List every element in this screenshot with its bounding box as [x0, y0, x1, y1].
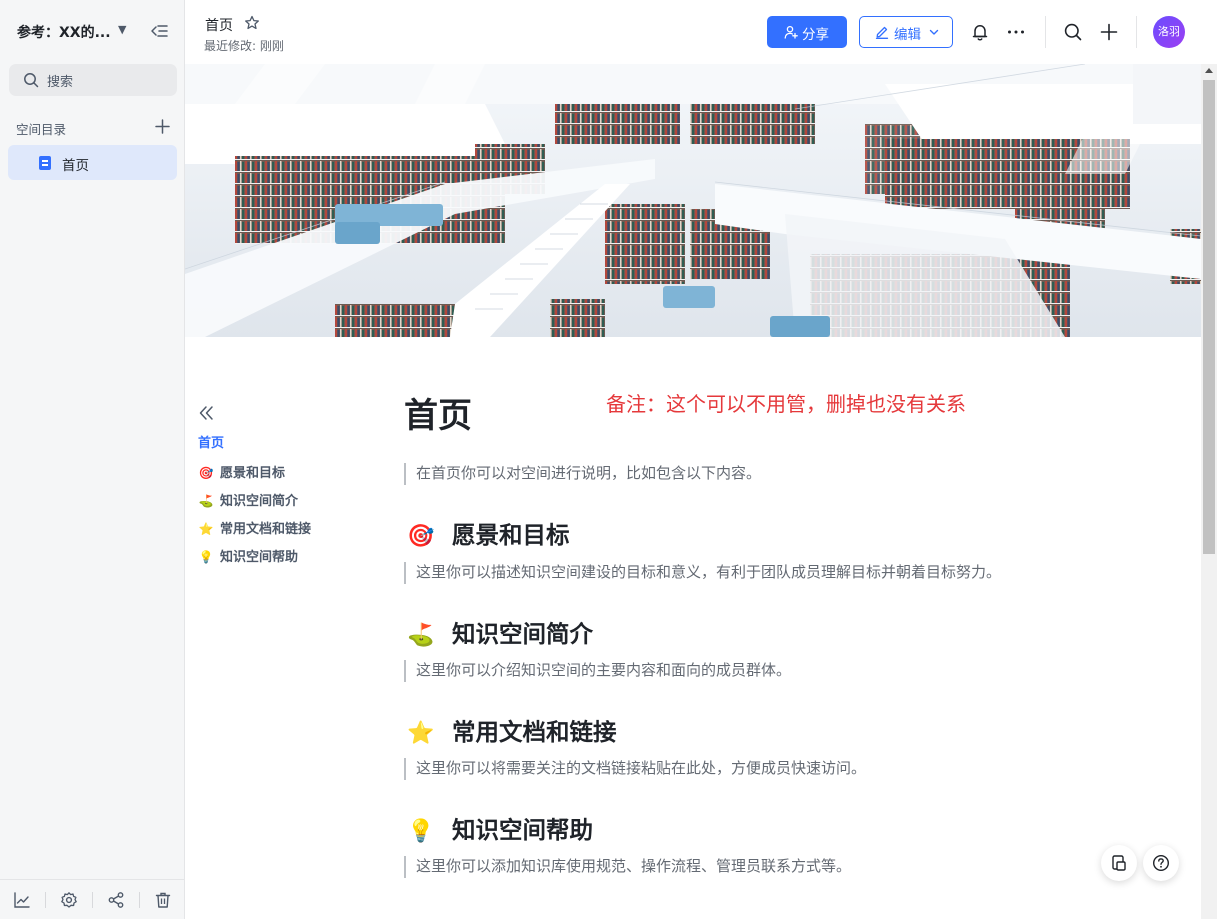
section-heading-help[interactable]: 💡 知识空间帮助 [406, 811, 593, 845]
bell-icon[interactable] [970, 22, 990, 42]
scrollbar-thumb[interactable] [1203, 80, 1215, 554]
toc-item-label: 知识空间简介 [220, 494, 299, 509]
share-label: 分享 [802, 27, 829, 43]
doc-copy-icon [1112, 855, 1126, 871]
section-heading-vision[interactable]: 🎯 愿景和目标 [406, 516, 570, 550]
toc-item-links[interactable]: ⭐ 常用文档和链接 [198, 518, 312, 537]
toc-item-label: 愿景和目标 [220, 466, 286, 481]
space-header[interactable]: 参考：XX的... ▼ [0, 0, 185, 64]
section-text-vision[interactable]: 这里你可以描述知识空间建设的目标和意义，有利于团队成员理解目标并朝着目标努力。 [404, 562, 1164, 584]
toc-item-label: 首页 [198, 436, 225, 451]
golf-flag-icon: ⛳ [407, 623, 435, 648]
collapse-sidebar-icon[interactable] [150, 22, 168, 40]
collapse-toc-icon[interactable] [197, 403, 217, 423]
sidebar: 参考：XX的... ▼ 搜索 空间目录 首页 [0, 0, 185, 919]
page-title[interactable]: 首页 [404, 388, 472, 437]
more-icon[interactable] [1006, 22, 1026, 42]
search-input[interactable]: 搜索 [9, 64, 177, 96]
doc-header: 首页 最近修改: 刚刚 分享 编辑 洛羽 [185, 0, 1217, 64]
toc-item-label: 常用文档和链接 [220, 522, 312, 537]
sidebar-footer [0, 879, 185, 919]
doc-title[interactable]: 首页 [205, 15, 233, 35]
section-heading-intro[interactable]: ⛳ 知识空间简介 [406, 615, 593, 649]
app-root: 参考：XX的... ▼ 搜索 空间目录 首页 首页 最近修改: 刚刚 分享 编辑… [0, 0, 1217, 919]
remark-note[interactable]: 备注：这个可以不用管，删掉也没有关系 [606, 388, 966, 417]
caret-down-icon[interactable]: ▼ [118, 23, 126, 36]
pencil-icon [875, 26, 889, 39]
star-icon[interactable] [244, 15, 260, 31]
analytics-icon[interactable] [13, 891, 31, 909]
section-text-links[interactable]: 这里你可以将需要关注的文档链接粘贴在此处，方便成员快速访问。 [404, 758, 1164, 780]
add-icon[interactable] [1099, 22, 1119, 42]
section-heading-text: 常用文档和链接 [452, 718, 617, 746]
chevron-down-icon [929, 29, 939, 35]
doc-icon [39, 156, 51, 170]
section-heading-text: 愿景和目标 [452, 521, 570, 549]
toc-item-help[interactable]: 💡 知识空间帮助 [198, 546, 299, 565]
intro-quote[interactable]: 在首页你可以对空间进行说明，比如包含以下内容。 [404, 463, 1164, 485]
cover-image [185, 64, 1201, 337]
toc-item-label: 知识空间帮助 [220, 550, 299, 565]
search-placeholder: 搜索 [47, 75, 74, 90]
search-icon[interactable] [1063, 22, 1083, 42]
toc-item-intro[interactable]: ⛳ 知识空间简介 [198, 490, 299, 509]
lightbulb-icon: 💡 [407, 819, 435, 844]
help-button[interactable] [1143, 845, 1179, 881]
toc-item-vision[interactable]: 🎯 愿景和目标 [198, 462, 286, 481]
golf-flag-icon: ⛳ [198, 494, 214, 508]
share-button[interactable]: 分享 [767, 16, 847, 48]
edit-button[interactable]: 编辑 [859, 16, 953, 48]
sidebar-item-home[interactable]: 首页 [8, 145, 177, 180]
scroll-up-arrow-icon[interactable] [1205, 68, 1213, 73]
share-space-icon[interactable] [107, 891, 125, 909]
sidebar-item-label: 首页 [62, 158, 89, 174]
lightbulb-icon: 💡 [198, 550, 214, 564]
toc-item-home[interactable]: 首页 [198, 432, 224, 451]
add-user-icon [784, 25, 798, 39]
trash-icon[interactable] [154, 891, 172, 909]
add-page-icon[interactable] [154, 118, 171, 135]
settings-icon[interactable] [60, 891, 78, 909]
target-icon: 🎯 [407, 524, 435, 549]
last-modified: 最近修改: 刚刚 [204, 39, 284, 53]
star-icon: ⭐ [198, 522, 214, 536]
edit-label: 编辑 [894, 27, 921, 43]
template-button[interactable] [1101, 845, 1137, 881]
help-icon [1152, 854, 1170, 872]
directory-label: 空间目录 [16, 122, 67, 137]
section-heading-text: 知识空间简介 [452, 620, 593, 648]
section-text-intro[interactable]: 这里你可以介绍知识空间的主要内容和面向的成员群体。 [404, 660, 1164, 682]
target-icon: 🎯 [198, 466, 214, 480]
section-heading-links[interactable]: ⭐ 常用文档和链接 [406, 713, 617, 747]
star-icon: ⭐ [407, 721, 435, 746]
library-illustration [185, 64, 1201, 337]
section-heading-text: 知识空间帮助 [452, 816, 593, 844]
section-text-help[interactable]: 这里你可以添加知识库使用规范、操作流程、管理员联系方式等。 [404, 856, 1164, 878]
search-icon [24, 73, 39, 88]
space-name[interactable]: 参考：XX的... [17, 22, 111, 42]
avatar[interactable]: 洛羽 [1153, 16, 1185, 48]
